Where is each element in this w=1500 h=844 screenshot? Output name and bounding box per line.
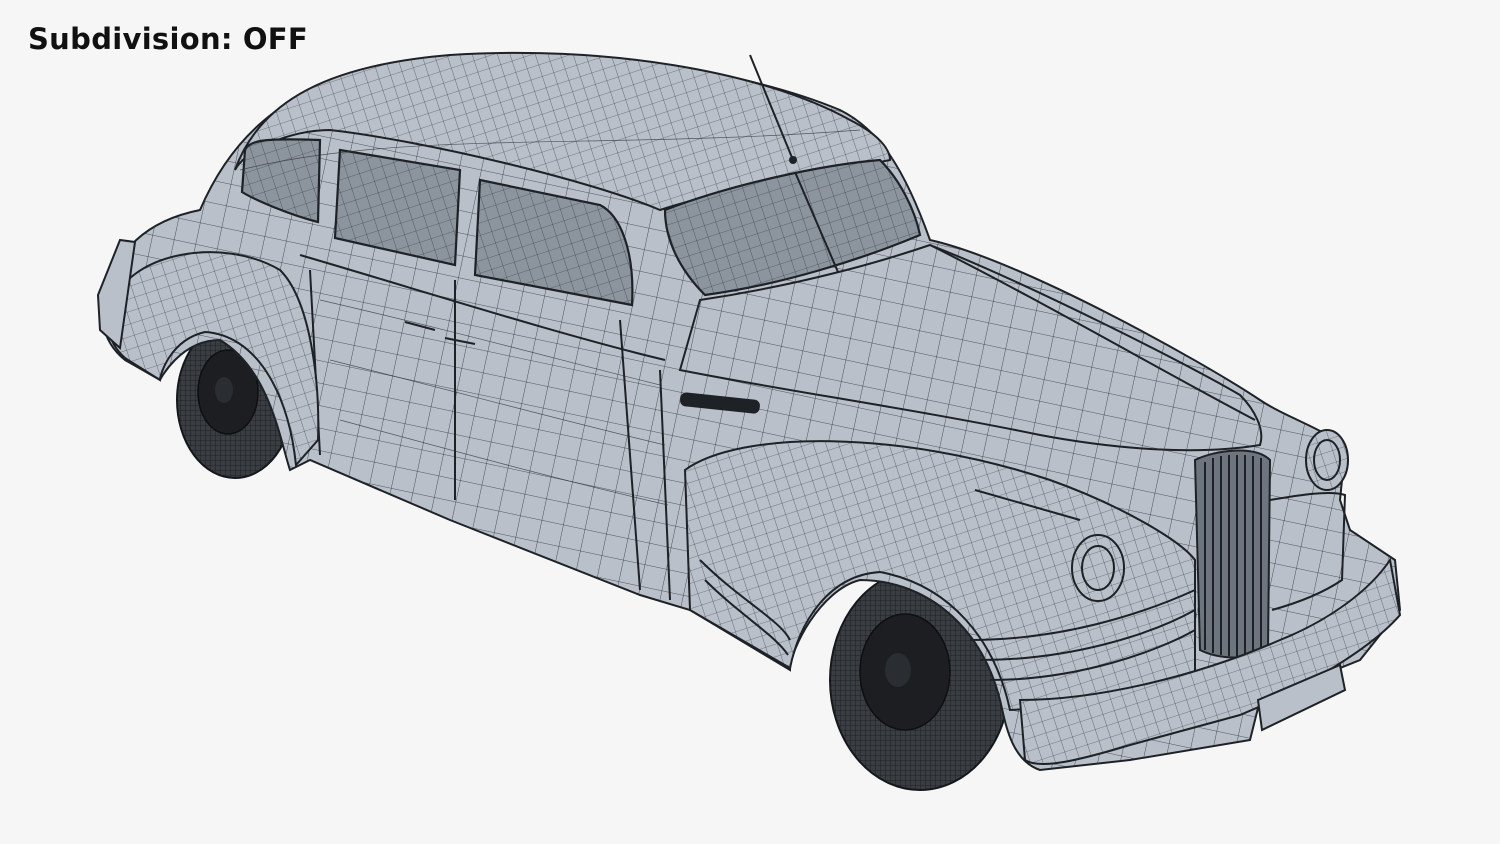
grille bbox=[1193, 449, 1272, 659]
car-wireframe-render bbox=[96, 51, 1402, 791]
car-body bbox=[96, 51, 1402, 772]
left-headlight bbox=[1071, 534, 1125, 602]
right-headlight bbox=[1305, 429, 1349, 491]
